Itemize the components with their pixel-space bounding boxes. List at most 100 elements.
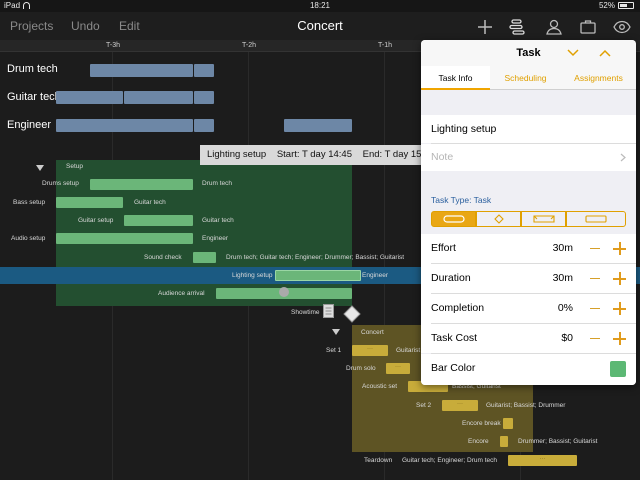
tooltip-end: End: T day 15: <box>362 149 425 160</box>
duration-increment[interactable] <box>613 272 626 285</box>
effort-increment[interactable] <box>613 242 626 255</box>
resource-label: Drum tech <box>7 63 58 75</box>
task-cost-value[interactable]: $0 <box>561 332 573 344</box>
tab-task-info[interactable]: Task Info <box>421 66 490 90</box>
task-resources: Guitarist <box>396 347 421 354</box>
task-inspector-popover: Task Task Info Scheduling Assignments Li… <box>421 40 636 385</box>
task-label: Set 2 <box>416 402 432 409</box>
task-name-field[interactable]: Lighting setup <box>421 115 636 143</box>
task-resources: Drum tech; Guitar tech; Engineer; Drumme… <box>226 254 405 261</box>
task-cost-row: Task Cost $0 <box>421 324 636 353</box>
task-resources: Guitar tech <box>202 217 234 224</box>
task-bar[interactable] <box>503 418 513 429</box>
resource-bar[interactable] <box>56 119 193 132</box>
task-label: Sound check <box>144 254 182 261</box>
resource-bar[interactable] <box>56 91 123 104</box>
task-label: Drums setup <box>42 180 79 187</box>
timeline-tick: T-1h <box>378 42 393 49</box>
resource-bar[interactable] <box>90 64 193 77</box>
timeline-tick: T-3h <box>106 42 121 49</box>
group-label: Concert <box>361 329 384 336</box>
plus-icon[interactable] <box>476 18 494 36</box>
completion-value[interactable]: 0% <box>558 302 573 314</box>
task-bar[interactable] <box>90 179 193 190</box>
briefcase-icon[interactable] <box>579 18 597 36</box>
collapse-concert-icon[interactable] <box>332 329 340 335</box>
resource-bar[interactable] <box>194 91 214 104</box>
note-field[interactable]: Note <box>421 144 636 171</box>
duration-row: Duration 30m <box>421 264 636 293</box>
task-resources: Guitarist; Bassist; Drummer <box>486 402 566 409</box>
timeline-tick: T-2h <box>242 42 257 49</box>
bar-color-row: Bar Color <box>421 354 636 385</box>
task-label: Showtime <box>291 309 320 316</box>
progress-handle[interactable] <box>279 287 289 297</box>
effort-label: Effort <box>431 242 456 254</box>
status-time: 18:21 <box>309 1 331 10</box>
milestone-diamond[interactable] <box>343 305 361 323</box>
task-label: Lighting setup <box>232 272 273 279</box>
duration-decrement[interactable] <box>590 278 600 279</box>
task-tooltip: Lighting setup Start: T day 14:45 End: T… <box>200 145 425 165</box>
task-bar[interactable]: ··· <box>386 363 410 374</box>
completion-label: Completion <box>431 302 485 314</box>
inspector-icon[interactable] <box>508 18 526 36</box>
task-resources: Drummer; Bassist; Guitarist <box>518 438 598 445</box>
task-type-milestone-button[interactable] <box>476 211 521 227</box>
task-bar[interactable]: ··· <box>352 345 388 356</box>
battery-icon <box>618 2 634 9</box>
document-title: Concert <box>297 18 343 33</box>
effort-value[interactable]: 30m <box>553 242 573 254</box>
resource-label: Guitar tech <box>7 91 61 103</box>
task-label: Encore break <box>462 420 501 427</box>
note-icon[interactable] <box>323 304 334 318</box>
completion-decrement[interactable] <box>590 308 600 309</box>
eye-icon[interactable] <box>613 18 631 36</box>
resource-bar[interactable] <box>194 119 214 132</box>
task-cost-increment[interactable] <box>613 332 626 345</box>
bar-color-swatch[interactable] <box>610 361 626 377</box>
chevron-up-icon[interactable] <box>598 46 612 60</box>
task-type-hammock-button[interactable] <box>566 211 626 227</box>
effort-row: Effort 30m <box>421 234 636 263</box>
task-bar[interactable] <box>193 252 216 263</box>
task-bar[interactable] <box>56 197 123 208</box>
task-type-group-button[interactable] <box>521 211 566 227</box>
effort-decrement[interactable] <box>590 248 600 249</box>
task-bar[interactable] <box>124 215 193 226</box>
resource-bar[interactable] <box>194 64 214 77</box>
chevron-down-icon[interactable] <box>566 46 580 60</box>
task-label: Drum solo <box>346 365 376 372</box>
task-resources: Guitar tech <box>134 199 166 206</box>
tooltip-start: Start: T day 14:45 <box>276 149 352 160</box>
completion-increment[interactable] <box>613 302 626 315</box>
tab-assignments[interactable]: Assignments <box>561 66 636 90</box>
task-bar[interactable]: ··· <box>442 400 478 411</box>
task-label: Encore <box>468 438 489 445</box>
popover-header: Task <box>421 40 636 66</box>
task-label: Set 1 <box>326 347 342 354</box>
task-type-label: Task Type: Task <box>431 195 492 205</box>
popover-tabs: Task Info Scheduling Assignments <box>421 66 636 90</box>
task-bar[interactable]: ··· <box>508 455 577 466</box>
selected-task-bar[interactable] <box>275 270 361 281</box>
task-label: Audio setup <box>11 235 46 242</box>
collapse-setup-icon[interactable] <box>36 165 44 171</box>
task-resources: Drum tech <box>202 180 232 187</box>
task-cost-decrement[interactable] <box>590 338 600 339</box>
task-resources: Guitar tech; Engineer; Drum tech <box>402 457 498 464</box>
resource-bar[interactable] <box>124 91 193 104</box>
task-label: Guitar setup <box>78 217 114 224</box>
task-label: Audience arrival <box>158 290 205 297</box>
duration-value[interactable]: 30m <box>553 272 573 284</box>
resource-bar[interactable] <box>284 119 352 132</box>
person-icon[interactable] <box>545 18 563 36</box>
group-label: Setup <box>66 163 83 170</box>
task-bar[interactable] <box>500 436 508 447</box>
task-type-task-button[interactable] <box>431 211 476 227</box>
tab-scheduling[interactable]: Scheduling <box>490 66 561 90</box>
task-label: Acoustic set <box>362 383 398 390</box>
task-resources: Engineer <box>202 235 229 242</box>
toolbar: Projects Undo Edit Concert <box>0 12 640 40</box>
task-bar[interactable] <box>56 233 193 244</box>
